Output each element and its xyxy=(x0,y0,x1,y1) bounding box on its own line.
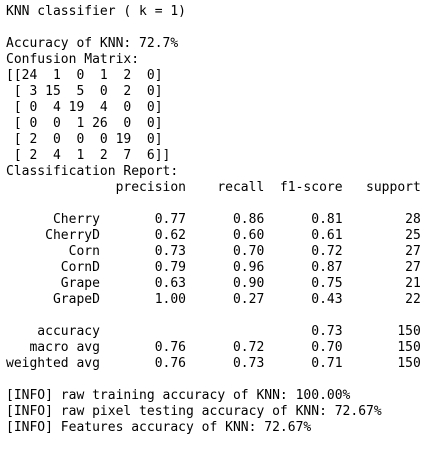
classification-report-label: Classification Report: xyxy=(6,164,179,179)
confusion-matrix-row: [ 2 4 1 2 7 6]] xyxy=(6,148,171,163)
confusion-matrix-label: Confusion Matrix: xyxy=(6,52,140,67)
report-row-cornd: CornD 0.79 0.96 0.87 27 xyxy=(6,260,421,275)
summary-row-macro-avg: macro avg 0.76 0.72 0.70 150 xyxy=(6,340,421,355)
classifier-header: KNN classifier ( k = 1) xyxy=(6,4,187,19)
report-row-graped: GrapeD 1.00 0.27 0.43 22 xyxy=(6,292,421,307)
info-line-pixel-testing-accuracy: [INFO] raw pixel testing accuracy of KNN… xyxy=(6,404,382,419)
console-output[interactable]: KNN classifier ( k = 1) Accuracy of KNN:… xyxy=(0,0,438,466)
accuracy-line: Accuracy of KNN: 72.7% xyxy=(6,36,179,51)
report-row-cherry: Cherry 0.77 0.86 0.81 28 xyxy=(6,212,421,227)
summary-row-weighted-avg: weighted avg 0.76 0.73 0.71 150 xyxy=(6,356,421,371)
confusion-matrix-row: [ 0 4 19 4 0 0] xyxy=(6,100,163,115)
confusion-matrix-row: [ 3 15 5 0 2 0] xyxy=(6,84,163,99)
report-row-cherryd: CherryD 0.62 0.60 0.61 25 xyxy=(6,228,421,243)
confusion-matrix-row: [[24 1 0 1 2 0] xyxy=(6,68,163,83)
info-line-features-accuracy: [INFO] Features accuracy of KNN: 72.67% xyxy=(6,420,312,435)
confusion-matrix-row: [ 2 0 0 0 19 0] xyxy=(6,132,163,147)
report-row-grape: Grape 0.63 0.90 0.75 21 xyxy=(6,276,421,291)
summary-row-accuracy: accuracy 0.73 150 xyxy=(6,324,421,339)
report-header-row: precision recall f1-score support xyxy=(6,180,421,195)
info-line-training-accuracy: [INFO] raw training accuracy of KNN: 100… xyxy=(6,388,351,403)
report-row-corn: Corn 0.73 0.70 0.72 27 xyxy=(6,244,421,259)
confusion-matrix-row: [ 0 0 1 26 0 0] xyxy=(6,116,163,131)
